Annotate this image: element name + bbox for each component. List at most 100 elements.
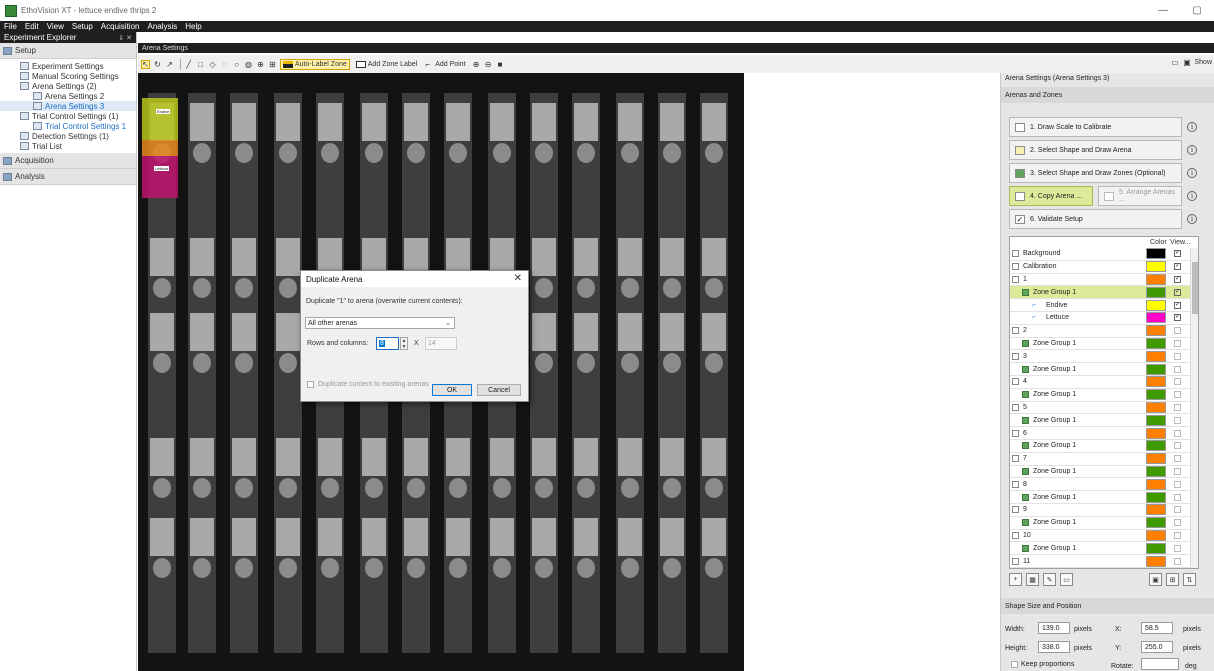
layer-row[interactable]: 10 (1010, 529, 1190, 543)
scrollbar-thumb[interactable] (1192, 262, 1198, 314)
layer-row[interactable]: ⌐ Endive ✓ (1010, 299, 1190, 312)
step-copy-arena-button[interactable]: 4. Copy Arena ... (1009, 186, 1093, 206)
layer-visibility-checkbox[interactable] (1174, 519, 1181, 527)
layer-row[interactable]: Zone Group 1 (1010, 491, 1190, 504)
cancel-button[interactable]: Cancel (477, 384, 521, 396)
layer-color-swatch[interactable] (1146, 337, 1166, 349)
layer-color-swatch[interactable] (1146, 286, 1166, 298)
pan-tool-icon[interactable]: ↗ (165, 60, 174, 69)
layer-color-swatch[interactable] (1146, 389, 1166, 401)
layer-row[interactable]: 9 (1010, 504, 1190, 517)
layout-icon[interactable]: ▭ (1170, 58, 1179, 67)
layer-row[interactable]: Zone Group 1 (1010, 414, 1190, 428)
acquisition-section-header[interactable]: Acquisition (0, 153, 136, 169)
layer-visibility-checkbox[interactable] (1174, 455, 1181, 463)
rotate-input[interactable] (1141, 658, 1179, 670)
layer-visibility-checkbox[interactable]: ✓ (1174, 314, 1181, 322)
layer-row[interactable]: Zone Group 1 (1010, 440, 1190, 453)
auto-label-zone-button[interactable]: Auto-Label Zone (280, 58, 350, 70)
step-draw-zones-button[interactable]: 3. Select Shape and Draw Zones (Optional… (1009, 163, 1182, 183)
target-tool-icon[interactable]: ⊕ (256, 60, 265, 69)
layer-color-swatch[interactable] (1146, 440, 1166, 452)
layer-visibility-checkbox[interactable]: ✓ (1174, 301, 1181, 309)
layer-row[interactable]: Zone Group 1 (1010, 517, 1190, 530)
duplicate-content-checkbox[interactable]: Duplicate content to existing arenas (307, 381, 429, 388)
layer-row[interactable]: 6 (1010, 427, 1190, 440)
layer-row[interactable]: 2 (1010, 325, 1190, 338)
tree-item[interactable]: Trial List (0, 141, 136, 151)
ok-button[interactable]: OK (432, 384, 472, 396)
add-zone-label-button[interactable]: Add Zone Label (355, 60, 417, 68)
add-zone-group-icon[interactable]: ▦ (1026, 573, 1039, 586)
layer-color-swatch[interactable] (1146, 504, 1166, 516)
show-label[interactable]: Show (1194, 59, 1212, 66)
height-input[interactable]: 338.0 (1038, 641, 1070, 653)
add-layer-icon[interactable]: + (1009, 573, 1022, 586)
layer-visibility-checkbox[interactable]: ✓ (1174, 275, 1181, 283)
edit-zone-icon[interactable]: ✎ (1043, 573, 1056, 586)
rotate-tool-icon[interactable]: ↻ (153, 60, 162, 69)
x-input[interactable]: 58.5 (1141, 622, 1173, 634)
layer-color-swatch[interactable] (1146, 529, 1166, 541)
tree-item[interactable]: Trial Control Settings (1) (0, 111, 136, 121)
layer-color-swatch[interactable] (1146, 299, 1166, 311)
move-icon[interactable]: ⇅ (1183, 573, 1196, 586)
menu-setup[interactable]: Setup (68, 22, 97, 31)
layer-color-swatch[interactable] (1146, 491, 1166, 503)
layer-visibility-checkbox[interactable] (1174, 429, 1181, 437)
step-validate-button[interactable]: ✓ 6. Validate Setup (1009, 209, 1182, 229)
tree-item[interactable]: Detection Settings (1) (0, 131, 136, 141)
lettuce-zone-overlay[interactable] (142, 156, 178, 198)
layer-row[interactable]: Zone Group 1 (1010, 465, 1190, 479)
show-icon[interactable]: ▣ (1182, 58, 1191, 67)
circle-3point-tool-icon[interactable]: ◍ (244, 60, 253, 69)
layer-color-swatch[interactable] (1146, 312, 1166, 324)
endive-zone-overlay[interactable] (142, 98, 178, 140)
layer-row[interactable]: ⌐ Lettuce ✓ (1010, 312, 1190, 325)
info-icon[interactable]: i (1187, 191, 1197, 201)
layer-row[interactable]: 7 (1010, 453, 1190, 466)
keep-proportions-checkbox[interactable]: Keep proportions (1011, 661, 1074, 668)
restore-button[interactable]: ▢ (1180, 0, 1214, 21)
layers-scrollbar[interactable] (1190, 248, 1198, 568)
columns-input[interactable]: 14 (425, 337, 457, 350)
width-input[interactable]: 139.0 (1038, 622, 1070, 634)
layer-color-swatch[interactable] (1146, 414, 1166, 426)
layer-color-swatch[interactable] (1146, 478, 1166, 490)
tree-item[interactable]: Trial Control Settings 1 (0, 121, 136, 131)
layer-row[interactable]: Zone Group 1 (1010, 542, 1190, 556)
step-draw-arena-button[interactable]: 2. Select Shape and Draw Arena (1009, 140, 1182, 160)
layer-color-swatch[interactable] (1146, 401, 1166, 413)
layer-visibility-checkbox[interactable]: ✓ (1174, 263, 1181, 271)
info-icon[interactable]: i (1187, 145, 1197, 155)
info-icon[interactable]: i (1187, 168, 1197, 178)
zoom-in-icon[interactable]: ⊕ (472, 60, 481, 69)
layer-row[interactable]: 1 ✓ (1010, 273, 1190, 287)
layer-row[interactable]: Zone Group 1 ✓ (1010, 286, 1190, 300)
delete-layer-icon[interactable]: ▭ (1060, 573, 1073, 586)
menu-help[interactable]: Help (181, 22, 205, 31)
grid-tool-icon[interactable]: ⊞ (268, 60, 277, 69)
layer-row[interactable]: Calibration ✓ (1010, 261, 1190, 274)
layer-visibility-checkbox[interactable] (1174, 403, 1181, 411)
rows-input[interactable]: 8 (376, 337, 399, 350)
layer-color-swatch[interactable] (1146, 350, 1166, 362)
tree-item[interactable]: Manual Scoring Settings (0, 71, 136, 81)
layer-row[interactable]: 5 (1010, 401, 1190, 415)
rows-spinner[interactable]: ▲ ▼ (400, 337, 408, 350)
layer-color-swatch[interactable] (1146, 325, 1166, 337)
info-icon[interactable]: i (1187, 122, 1197, 132)
arena-1-overlay[interactable] (142, 140, 178, 156)
layer-visibility-checkbox[interactable] (1174, 531, 1181, 539)
menu-edit[interactable]: Edit (21, 22, 43, 31)
expand-icon[interactable]: ⊞ (1166, 573, 1179, 586)
layer-row[interactable]: Zone Group 1 (1010, 337, 1190, 351)
camera-icon[interactable]: ■ (496, 60, 505, 69)
layer-color-swatch[interactable] (1146, 248, 1166, 260)
layer-row[interactable]: Zone Group 1 (1010, 363, 1190, 376)
document-tab-label[interactable]: Arena Settings (142, 45, 188, 52)
circle-tool-icon[interactable]: ○ (232, 60, 241, 69)
layer-color-swatch[interactable] (1146, 453, 1166, 465)
tree-item[interactable]: Experiment Settings (0, 61, 136, 71)
layer-visibility-checkbox[interactable] (1174, 480, 1181, 488)
